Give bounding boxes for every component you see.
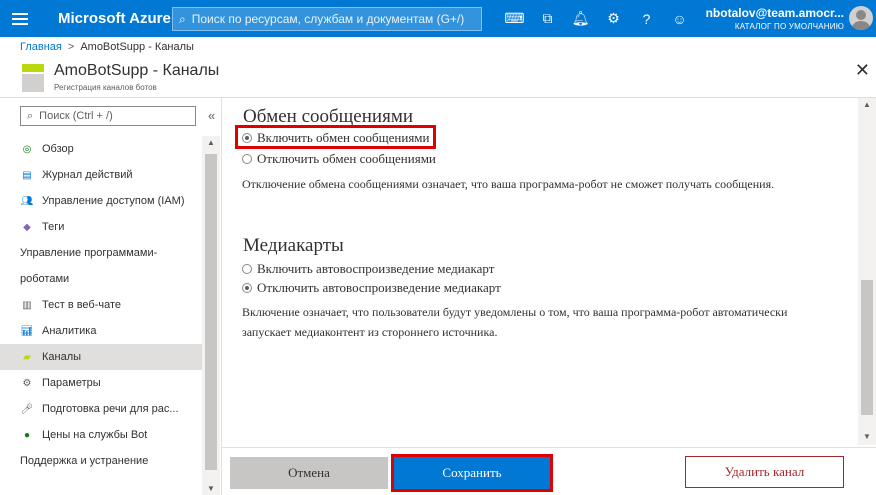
menu-item-speech-priming[interactable]: 🎤︎ Подготовка речи для рас... [0,396,202,422]
mediacards-description-line-2: запускает медиаконтент из стороннего ист… [242,325,498,339]
search-icon: ⌕ [179,11,186,26]
resource-menu: ⌕ Поиск (Ctrl + /) « ◎ Обзор ▤ Журнал де… [0,98,222,495]
disable-mediacards-label: Отключить автовоспроизведение медиакарт [257,280,501,295]
scroll-down-icon[interactable]: ▼ [207,484,215,493]
menu-item-pricing[interactable]: ● Цены на службы Bot [0,422,202,448]
channel-settings-panel: Обмен сообщениями Включить обмен сообщен… [222,98,876,495]
menu-search-input[interactable]: ⌕ Поиск (Ctrl + /) [20,106,196,126]
messaging-description: Отключение обмена сообщениями означает, … [242,177,775,191]
action-footer: Отмена Сохранить Удалить канал [222,447,876,495]
account-menu[interactable]: nbotalov@team.amocr... КАТАЛОГ ПО УМОЛЧА… [706,6,844,31]
channels-icon: ▰ [23,351,31,363]
content-scrollbar[interactable]: ▲ ▼ [858,98,876,445]
scroll-up-icon[interactable]: ▲ [863,100,871,109]
portal-menu-button[interactable] [0,0,40,37]
user-email: nbotalov@team.amocr... [705,6,844,20]
menu-item-overview[interactable]: ◎ Обзор [0,136,202,162]
speech-priming-icon: 🎤︎ [20,403,34,415]
top-bar: Microsoft Azure ⌕ Поиск по ресурсам, слу… [0,0,876,37]
activity-log-icon: ▤ [22,169,32,181]
menu-section-bot-management: Управление программами- [20,247,158,259]
global-search-placeholder: Поиск по ресурсам, службам и документам … [191,12,465,26]
menu-items: ◎ Обзор ▤ Журнал действий 👥︎ Управление … [0,136,202,474]
cloud-shell-icon[interactable]: ⌨ [498,0,531,37]
breadcrumb-separator: > [67,41,75,53]
menu-item-label: Цены на службы Bot [42,429,148,441]
avatar[interactable] [849,6,873,30]
overview-icon: ◎ [22,143,32,155]
bell-icon[interactable]: 🔔︎ [564,0,597,37]
settings-icon: ⚙ [22,377,32,389]
collapse-menu-icon[interactable]: « [208,108,215,123]
menu-scroll-thumb[interactable] [205,154,217,470]
menu-item-iam[interactable]: 👥︎ Управление доступом (IAM) [0,188,202,214]
menu-item-label: Управление доступом (IAM) [42,195,185,207]
menu-search-placeholder: Поиск (Ctrl + /) [39,110,113,122]
menu-item-settings[interactable]: ⚙ Параметры [0,370,202,396]
feedback-smiley-icon[interactable]: ☺ [663,0,696,37]
scroll-down-icon[interactable]: ▼ [863,432,871,441]
menu-item-activity-log[interactable]: ▤ Журнал действий [0,162,202,188]
menu-item-label: Журнал действий [42,169,133,181]
menu-item-tags[interactable]: ◆ Теги [0,214,202,240]
help-icon[interactable]: ? [630,0,663,37]
iam-icon: 👥︎ [20,195,34,207]
enable-mediacards-label: Включить автовоспроизведение медиакарт [257,261,495,276]
close-icon[interactable]: ✕ [855,60,870,81]
user-directory: КАТАЛОГ ПО УМОЛЧАНИЮ [734,22,844,31]
pricing-icon: ● [23,429,31,441]
page-subtitle: Регистрация каналов ботов [54,83,157,92]
disable-mediacards-radio[interactable]: Отключить автовоспроизведение медиакарт [242,280,501,296]
menu-item-webchat-test[interactable]: ▥ Тест в веб-чате [0,292,202,318]
menu-item-label: Каналы [42,351,82,363]
cancel-button[interactable]: Отмена [230,457,388,489]
menu-item-label: Параметры [42,377,101,389]
menu-item-channels[interactable]: ▰ Каналы [0,344,202,370]
radio-button[interactable] [242,264,252,274]
enable-mediacards-radio[interactable]: Включить автовоспроизведение медиакарт [242,261,494,277]
breadcrumb-current[interactable]: AmoBotSupp - Каналы [80,41,194,53]
menu-item-label: Теги [42,221,65,233]
analytics-icon: 📊︎ [20,325,34,337]
mediacards-heading: Медиакарты [243,235,344,256]
webchat-test-icon: ▥ [22,299,32,311]
breadcrumb-home-link[interactable]: Главная [20,41,62,53]
breadcrumb: Главная > AmoBotSupp - Каналы [20,41,194,53]
gear-icon[interactable]: ⚙ [597,0,630,37]
menu-item-label: Аналитика [42,325,97,337]
menu-section-bot-management-cont: роботами [20,273,70,285]
menu-item-label: Тест в веб-чате [42,299,122,311]
scroll-up-icon[interactable]: ▲ [207,138,215,147]
delete-channel-button[interactable]: Удалить канал [685,456,844,488]
directory-filter-icon[interactable]: ⧉ [531,0,564,37]
hamburger-icon [12,12,28,25]
menu-section-support: Поддержка и устранение [20,455,149,467]
page-title: AmoBotSupp - Каналы [54,62,220,79]
menu-item-label: Подготовка речи для рас... [42,403,179,415]
disable-messaging-label: Отключить обмен сообщениями [257,151,436,166]
radio-button[interactable] [242,283,252,293]
disable-messaging-radio[interactable]: Отключить обмен сообщениями [242,151,436,167]
menu-item-analytics[interactable]: 📊︎ Аналитика [0,318,202,344]
highlight-box-enable-messaging [235,125,436,149]
mediacards-description-line-1: Включение означает, что пользователи буд… [242,305,788,319]
brand-logo[interactable]: Microsoft Azure [40,10,172,27]
save-button[interactable]: Сохранить [391,454,553,492]
topbar-icons: ⌨ ⧉ 🔔︎ ⚙ ? ☺ [498,0,696,37]
global-search-input[interactable]: ⌕ Поиск по ресурсам, службам и документа… [172,7,482,31]
blade-header: AmoBotSupp - Каналы Регистрация каналов … [0,58,876,98]
radio-button[interactable] [242,154,252,164]
menu-item-label: Обзор [42,143,74,155]
bot-resource-icon [22,64,44,92]
content-scroll-thumb[interactable] [861,280,873,415]
search-icon: ⌕ [27,109,34,122]
menu-scrollbar[interactable]: ▲ ▼ [202,136,220,495]
tag-icon: ◆ [23,221,31,233]
